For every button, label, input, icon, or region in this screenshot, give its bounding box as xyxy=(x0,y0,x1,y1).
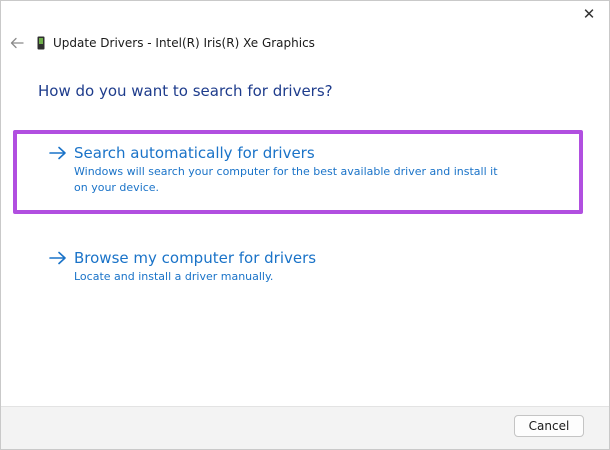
window-title: Update Drivers - Intel(R) Iris(R) Xe Gra… xyxy=(53,36,315,50)
close-button[interactable]: ✕ xyxy=(569,1,609,27)
browse-computer-option[interactable]: Browse my computer for drivers Locate an… xyxy=(13,235,583,295)
back-button[interactable] xyxy=(7,33,27,53)
dialog-footer: Cancel xyxy=(1,406,609,449)
back-arrow-icon xyxy=(10,37,24,49)
window-header: Update Drivers - Intel(R) Iris(R) Xe Gra… xyxy=(7,31,315,55)
page-question: How do you want to search for drivers? xyxy=(38,82,333,100)
option-title: Browse my computer for drivers xyxy=(74,249,317,267)
arrow-right-icon xyxy=(49,251,66,265)
display-adapter-icon xyxy=(37,36,45,50)
update-drivers-window: ✕ Update Drivers - Intel(R) Iris(R) Xe G… xyxy=(0,0,610,450)
option-description: Windows will search your computer for th… xyxy=(74,165,498,194)
cancel-button[interactable]: Cancel xyxy=(514,415,584,437)
arrow-right-icon xyxy=(49,146,66,160)
close-icon: ✕ xyxy=(582,5,596,23)
search-automatically-option[interactable]: Search automatically for drivers Windows… xyxy=(13,130,583,214)
option-title: Search automatically for drivers xyxy=(74,144,315,162)
option-description: Locate and install a driver manually. xyxy=(74,270,274,283)
